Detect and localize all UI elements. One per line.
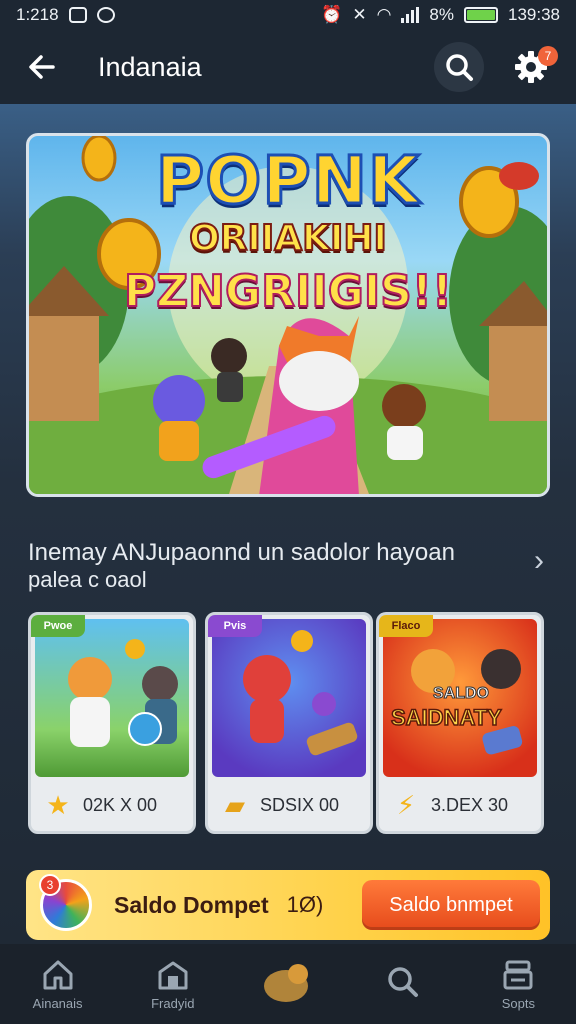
game-cards: Pwoe ★ 02K X 00 Pvis ▰ SDSIX 00 SALDO SA…: [28, 612, 550, 834]
signal-icon: [401, 7, 420, 23]
alarm-icon: ⏰: [321, 5, 343, 24]
hero-banner[interactable]: POPNK ORIIAKIHI PZNGRIIGIS!!: [26, 133, 550, 497]
settings-badge: 7: [538, 46, 558, 66]
star-icon: ★: [46, 789, 70, 820]
card-tag: Pwoe: [31, 615, 85, 637]
hero-subtitle: ORIIAKIHI: [188, 217, 388, 260]
section-subtitle: palea c oaol: [28, 567, 147, 592]
app-header: Indanaia 7: [0, 30, 576, 104]
wallet-bar: 3 Saldo Dompet 1Ø) Saldo bnmpet: [26, 870, 550, 940]
game-card[interactable]: Pwoe ★ 02K X 00: [28, 612, 196, 834]
nav-item-store[interactable]: Fradyid: [123, 958, 223, 1011]
store-icon: [158, 961, 188, 989]
hero-title: POPNK: [154, 141, 421, 221]
card-tag: Pvis: [208, 615, 262, 637]
game-card-illustration: [243, 630, 358, 756]
image-icon: [68, 7, 87, 23]
arrow-left-icon: [29, 55, 55, 79]
page-title: Indanaia: [98, 51, 202, 82]
card-meta: ⚡ 3.DEX 30: [379, 779, 541, 831]
card-value: 02K X 00: [83, 794, 158, 815]
search-button[interactable]: [434, 42, 484, 92]
mute-icon: ✕: [352, 5, 367, 24]
status-left: 1:218: [16, 5, 115, 25]
nav-label: Sopts: [501, 995, 535, 1011]
hero-tagline: PZNGRIIGIS!!: [123, 265, 453, 318]
game-card-art: [212, 619, 366, 777]
section-header[interactable]: Inemay ANJupaonnd un sadolor hayoan pale…: [28, 538, 548, 592]
battery-percent: 8%: [429, 5, 454, 24]
game-card[interactable]: Pvis ▰ SDSIX 00: [205, 612, 373, 834]
status-time-right: 139:38: [508, 5, 560, 24]
card-art-title: SAIDNATY: [390, 704, 502, 731]
nav-item-inbox[interactable]: Sopts: [468, 958, 568, 1011]
card-meta: ▰ SDSIX 00: [208, 779, 370, 831]
search-icon: [446, 54, 473, 81]
card-meta: ★ 02K X 00: [31, 779, 193, 831]
wallet-label: Saldo Dompet: [114, 891, 269, 918]
wallet-avatar[interactable]: 3: [39, 874, 92, 931]
wallet-value: 1Ø): [286, 892, 324, 917]
nav-item-play[interactable]: [238, 960, 338, 1008]
card-value: 3.DEX 30: [431, 794, 509, 815]
game-card-art: [35, 619, 189, 777]
status-right: ⏰ ✕ ◠ 8% 139:38: [321, 5, 560, 25]
wifi-icon: ◠: [376, 5, 392, 24]
game-card-illustration: [68, 639, 178, 747]
inbox-icon: [503, 960, 533, 989]
settings-button[interactable]: 7: [506, 42, 558, 92]
card-tag: Flaco: [379, 615, 433, 637]
battery-icon: [464, 7, 498, 23]
ball-icon: [263, 964, 308, 1002]
card-value: SDSIX 00: [260, 794, 340, 815]
game-card[interactable]: SALDO SAIDNATY Flaco ⚡ 3.DEX 30: [376, 612, 544, 834]
status-bar: 1:218 ⏰ ✕ ◠ 8% 139:38: [0, 0, 576, 30]
wallet-badge: 3: [39, 874, 61, 896]
nav-label: Ainanais: [32, 995, 83, 1011]
chevron-right-icon[interactable]: ›: [534, 544, 544, 578]
bottom-nav: Ainanais Fradyid Sopts: [0, 944, 576, 1024]
nav-item-search[interactable]: [353, 965, 453, 1003]
wallet-button[interactable]: Saldo bnmpet: [362, 880, 540, 930]
nav-label: Fradyid: [151, 995, 195, 1011]
notification-icon: [96, 7, 115, 23]
home-icon: [43, 960, 73, 989]
section-title: Inemay ANJupaonnd un sadolor hayoan: [28, 539, 455, 566]
back-button[interactable]: [20, 45, 64, 89]
search-icon: [388, 967, 419, 997]
nav-item-home[interactable]: Ainanais: [8, 958, 108, 1011]
status-time: 1:218: [16, 5, 59, 24]
card-art-text: SALDO: [433, 685, 490, 703]
chest-icon: ▰: [225, 789, 245, 820]
lightning-icon: ⚡: [396, 789, 416, 820]
game-card-art: SALDO SAIDNATY: [383, 619, 537, 777]
